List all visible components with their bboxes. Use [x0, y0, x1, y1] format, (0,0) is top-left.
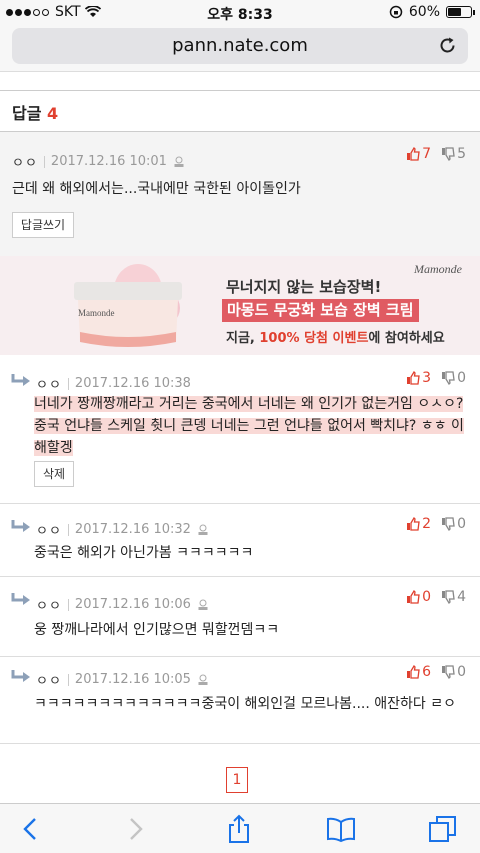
- bookmarks-icon[interactable]: [326, 814, 356, 844]
- main-comment: ㅇㅇ 2017.12.16 10:01 7 5 근데 왜 해외에서는...국내에…: [0, 132, 480, 256]
- ad-jar-logo: Mamonde: [78, 308, 115, 318]
- upvote-button[interactable]: 3: [406, 370, 431, 386]
- upvote-button[interactable]: 6: [406, 664, 431, 680]
- reply-arrow-icon: [11, 670, 30, 682]
- sub-comment: ㅇㅇ 2017.12.16 10:06 0 4 웅 짱깨나라에서 인기많으면 뭐…: [0, 577, 480, 656]
- comment-text: 근데 왜 해외에서는...국내에만 국한된 아이돌인가: [12, 181, 301, 197]
- ad-product-name: 마몽드 무궁화 보습 장벽 크림: [222, 299, 419, 322]
- reload-icon[interactable]: [438, 36, 458, 56]
- upvote-button[interactable]: 7: [406, 146, 431, 162]
- comment-text: 중국은 해외가 아닌가봄 ㅋㅋㅋㅋㅋㅋ: [34, 545, 254, 561]
- upvote-button[interactable]: 2: [406, 516, 431, 532]
- downvote-button[interactable]: 5: [441, 146, 466, 162]
- thumbs-down-icon: [442, 371, 455, 385]
- reply-arrow-icon: [11, 374, 30, 386]
- user-report-icon[interactable]: [197, 524, 209, 536]
- downvote-button[interactable]: 4: [441, 589, 466, 605]
- ad-banner[interactable]: Mamonde Mamonde 무너지지 않는 보습장벽! 마몽드 무궁화 보습…: [0, 256, 480, 355]
- thumbs-down-icon: [442, 590, 455, 604]
- reply-arrow-icon: [11, 520, 30, 532]
- sub-comment: ㅇㅇ 2017.12.16 10:38 3 0 너네가 짱깨짱깨라고 거리는 중…: [0, 355, 480, 503]
- comment-text: ㅋㅋㅋㅋㅋㅋㅋㅋㅋㅋㅋㅋㅋ중국이 해외인걸 모르나봄.... 애잔하다 ㄹㅇ: [34, 696, 456, 712]
- user-report-icon[interactable]: [197, 599, 209, 611]
- thumbs-up-icon: [407, 147, 420, 161]
- browser-address-area: pann.nate.com: [0, 24, 480, 72]
- downvote-button[interactable]: 0: [441, 370, 466, 386]
- sub-comment: ㅇㅇ 2017.12.16 10:05 6 0 ㅋㅋㅋㅋㅋㅋㅋㅋㅋㅋㅋㅋㅋ중국이…: [0, 657, 480, 743]
- reply-label: 답글: [12, 104, 42, 123]
- thumbs-down-icon: [442, 517, 455, 531]
- thumbs-down-icon: [442, 147, 455, 161]
- thumbs-up-icon: [407, 590, 420, 604]
- rotation-lock-icon: [389, 5, 403, 19]
- downvote-button[interactable]: 0: [441, 664, 466, 680]
- pagination-page-current[interactable]: 1: [226, 767, 248, 793]
- reply-header: 답글 4: [0, 90, 480, 132]
- comment-text-highlighted: 너네가 짱깨짱깨라고 거리는 중국에서 너네는 왜 인기가 없는거임 ㅇㅅㅇ? …: [34, 396, 464, 456]
- back-icon[interactable]: [16, 814, 46, 844]
- ad-cta: 지금, 100% 당첨 이벤트에 참여하세요: [226, 331, 445, 346]
- thumbs-up-icon: [407, 665, 420, 679]
- comment-nick: ㅇㅇ: [12, 156, 38, 171]
- divider: [0, 743, 480, 744]
- upvote-button[interactable]: 0: [406, 589, 431, 605]
- meta-divider: [43, 155, 45, 168]
- forward-icon[interactable]: [120, 814, 150, 844]
- user-report-icon[interactable]: [197, 674, 209, 686]
- tabs-icon[interactable]: [428, 814, 458, 844]
- status-bar: SKT 오후 8:33 60%: [0, 0, 480, 24]
- share-icon[interactable]: [224, 814, 254, 844]
- battery-percent: 60%: [408, 4, 440, 20]
- ad-illustration: [74, 264, 182, 347]
- reply-count: 4: [47, 104, 59, 123]
- ad-brand-logo: Mamonde: [414, 262, 462, 276]
- comment-date: 2017.12.16 10:01: [50, 154, 167, 169]
- downvote-button[interactable]: 0: [441, 516, 466, 532]
- reply-write-button[interactable]: 답글쓰기: [12, 212, 74, 238]
- address-bar[interactable]: pann.nate.com: [12, 28, 468, 64]
- thumbs-up-icon: [407, 517, 420, 531]
- thumbs-down-icon: [442, 665, 455, 679]
- reply-arrow-icon: [11, 593, 30, 605]
- ad-headline: 무너지지 않는 보습장벽!: [226, 278, 382, 296]
- delete-button[interactable]: 삭제: [34, 461, 74, 487]
- battery-icon: [446, 6, 475, 18]
- user-report-icon[interactable]: [173, 156, 185, 168]
- browser-toolbar: [0, 803, 480, 853]
- sub-comment: ㅇㅇ 2017.12.16 10:32 2 0 중국은 해외가 아닌가봄 ㅋㅋㅋ…: [0, 504, 480, 576]
- comment-text: 웅 짱깨나라에서 인기많으면 뭐할껀뎀ㅋㅋ: [34, 622, 280, 638]
- thumbs-up-icon: [407, 371, 420, 385]
